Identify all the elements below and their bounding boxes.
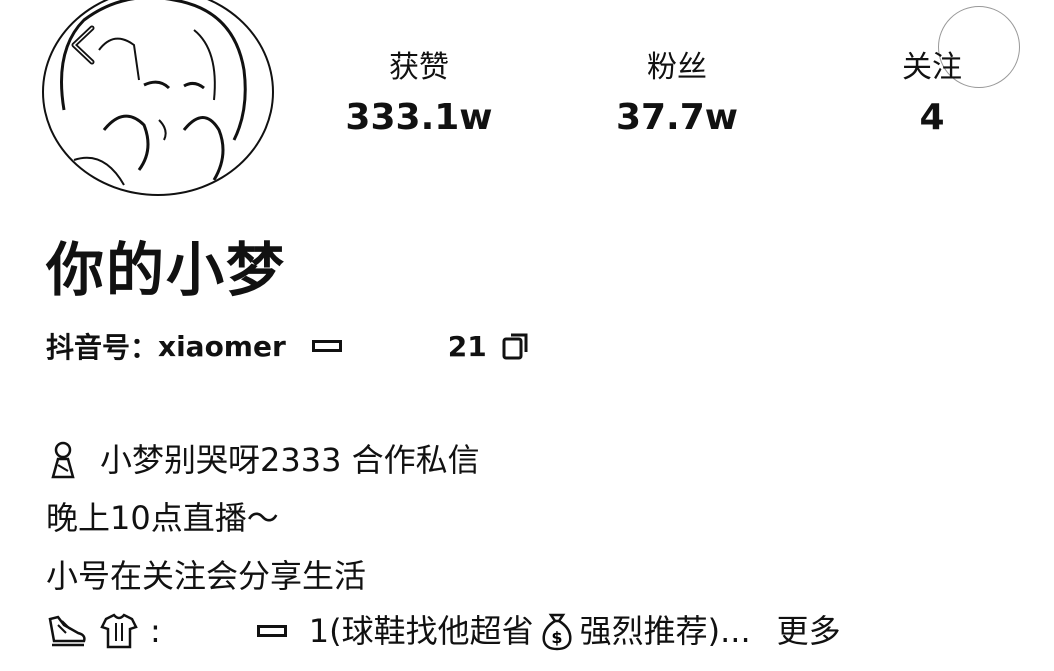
bio-line-4: : 1(球鞋找他超省 $ 强烈推荐)... 更多 bbox=[46, 610, 841, 652]
stat-following-value: 4 bbox=[919, 97, 945, 138]
redacted-box bbox=[311, 340, 342, 352]
account-id-row: 抖音号： xiaomer 21 bbox=[46, 326, 531, 366]
bio-text-4a: 1(球鞋找他超省 bbox=[308, 612, 534, 650]
stat-likes-label: 获赞 bbox=[389, 50, 449, 85]
bio-line-1: 小梦别哭呀2333 合作私信 bbox=[46, 439, 480, 481]
bio-text-4b: 强烈推荐)... bbox=[579, 612, 751, 650]
stat-followers[interactable]: 粉丝 37.7w bbox=[577, 48, 777, 144]
stat-following-label: 关注 bbox=[902, 50, 962, 85]
account-id-suffix: 21 bbox=[447, 329, 487, 363]
nickname: 你的小梦 bbox=[46, 236, 287, 304]
account-id-label: 抖音号： bbox=[46, 331, 159, 364]
bio-text-1: 小梦别哭呀2333 合作私信 bbox=[100, 441, 480, 479]
bio-colon: : bbox=[150, 612, 161, 650]
bio-line-3: 小号在关注会分享生活 bbox=[46, 557, 367, 595]
svg-text:$: $ bbox=[551, 628, 562, 647]
redacted-box-2 bbox=[256, 625, 287, 637]
more-link[interactable]: 更多 bbox=[777, 610, 841, 652]
stat-following[interactable]: 关注 4 bbox=[832, 48, 1032, 144]
stat-likes[interactable]: 获赞 333.1w bbox=[319, 48, 519, 144]
shirt-emoji-icon bbox=[100, 613, 138, 649]
back-arrow-icon[interactable] bbox=[64, 22, 102, 68]
copy-icon[interactable] bbox=[501, 331, 531, 361]
account-id-prefix: xiaomer bbox=[158, 329, 286, 363]
stat-likes-value: 333.1w bbox=[345, 97, 493, 138]
person-emoji-icon bbox=[51, 441, 75, 479]
stat-followers-value: 37.7w bbox=[615, 97, 739, 138]
sneaker-emoji-icon bbox=[48, 615, 86, 647]
money-bag-icon: $ bbox=[542, 613, 572, 651]
stat-followers-label: 粉丝 bbox=[647, 50, 707, 85]
bio-line-2: 晚上10点直播～ bbox=[46, 499, 279, 537]
